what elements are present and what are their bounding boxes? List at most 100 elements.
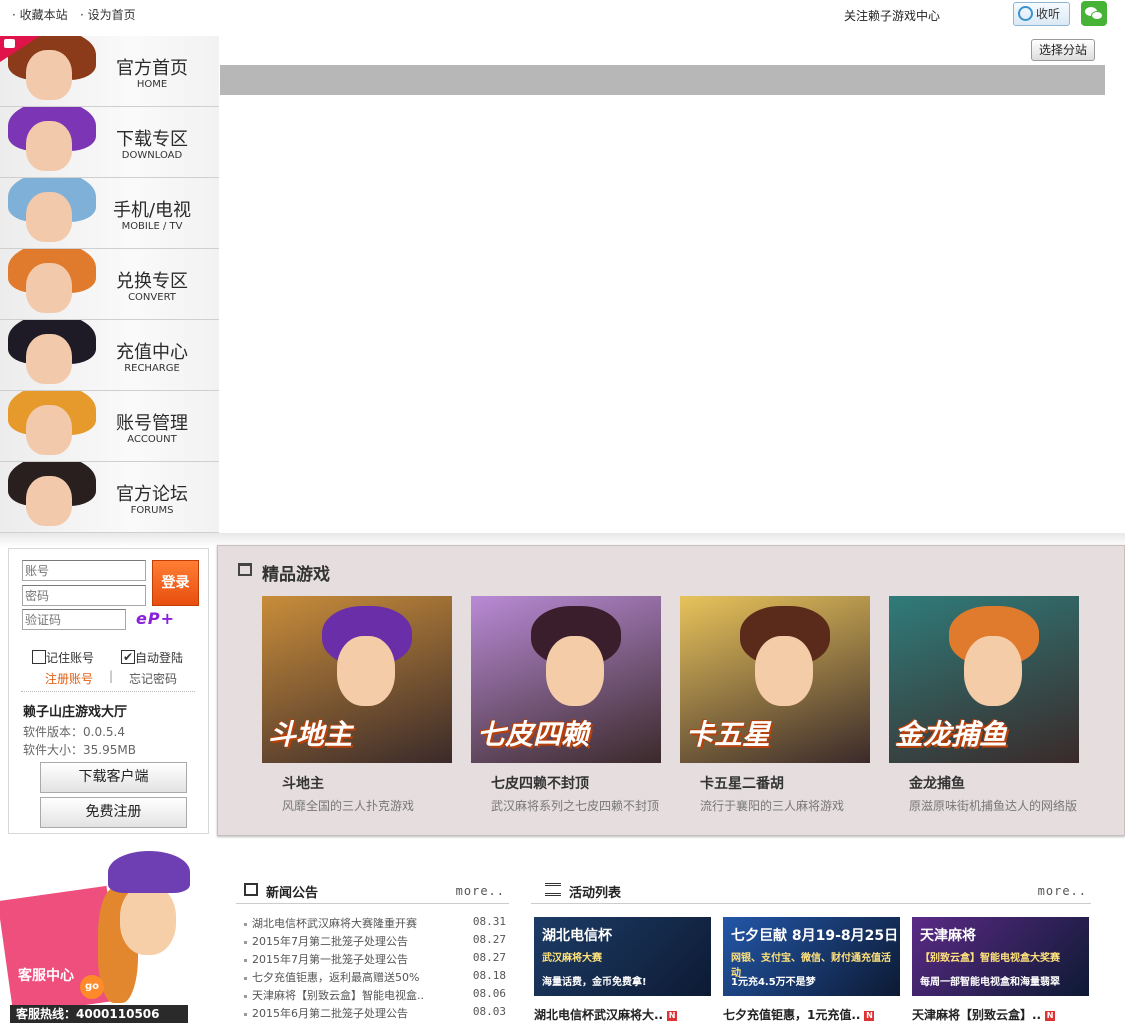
- featured-games-panel: 精品游戏 斗地主 斗地主 风靡全国的三人扑克游戏 七皮四赖 七皮四赖不封顶 武汉麻将系列之…: [217, 545, 1125, 836]
- remember-checkbox[interactable]: [32, 650, 46, 664]
- nav-character-art: [0, 462, 108, 532]
- home-icon: [4, 39, 15, 48]
- service-hotline: 客服热线：4000110506: [10, 1005, 188, 1023]
- game-thumbnail[interactable]: 卡五星: [680, 596, 870, 763]
- game-card[interactable]: 斗地主 斗地主 风靡全国的三人扑克游戏: [262, 596, 452, 814]
- game-logo: 斗地主: [268, 718, 353, 751]
- game-thumbnail[interactable]: 七皮四赖: [471, 596, 661, 763]
- game-description: 风靡全国的三人扑克游戏: [282, 799, 415, 813]
- activity-card[interactable]: 七夕巨献 8月19-8月25日 网银、支付宝、微信、财付通充值活动 1元充4.5万不…: [723, 917, 900, 1023]
- activity-card[interactable]: 湖北电信杯 武汉麻将大赛 海量话费，金币免费拿! 湖北电信杯武汉麻将大.. N: [534, 917, 711, 1023]
- news-text[interactable]: 2015年7月第二批笼子处理公告: [252, 935, 408, 948]
- nav-sublabel: FORUMS: [130, 505, 174, 516]
- banner-line-1: 天津麻将: [920, 928, 976, 944]
- link-separator: |: [109, 669, 114, 683]
- game-name[interactable]: 卡五星二番胡: [700, 773, 870, 793]
- nav-item-convert[interactable]: 兑换专区 CONVERT: [0, 249, 219, 320]
- password-input[interactable]: [22, 585, 146, 606]
- nav-character-art: [0, 178, 108, 248]
- activity-caption-text[interactable]: 七夕充值钜惠，1元充值..: [723, 1008, 860, 1022]
- game-thumbnail[interactable]: 金龙捕鱼: [889, 596, 1079, 763]
- news-item[interactable]: 湖北电信杯武汉麻将大赛隆重开赛 08.31: [244, 915, 506, 931]
- game-card[interactable]: 卡五星 卡五星二番胡 流行于襄阳的三人麻将游戏: [680, 596, 870, 814]
- activity-caption-text[interactable]: 天津麻将【别致云盒】..: [912, 1008, 1041, 1022]
- activity-caption-text[interactable]: 湖北电信杯武汉麻将大..: [534, 1008, 663, 1022]
- activity-banner[interactable]: 天津麻将【别致云盒】智能电视盒大奖赛 每周一部智能电视盒和海量翡翠: [912, 917, 1089, 996]
- nav-character-art: [0, 391, 108, 461]
- game-thumbnail[interactable]: 斗地主: [262, 596, 452, 763]
- nav-character-art: [0, 320, 108, 390]
- banner-line-3: 每周一部智能电视盒和海量翡翠: [920, 977, 1060, 988]
- news-text[interactable]: 2015年7月第一批笼子处理公告: [252, 953, 408, 966]
- banner-placeholder: [220, 65, 1105, 95]
- news-item[interactable]: 2015年6月第二批笼子处理公告 08.03: [244, 1005, 506, 1021]
- software-size: 软件大小：35.95MB: [23, 743, 136, 757]
- news-date: 08.03: [472, 1005, 506, 1018]
- news-item[interactable]: 2015年7月第二批笼子处理公告 08.27: [244, 933, 506, 949]
- news-more-link[interactable]: more..: [456, 884, 505, 898]
- nav-label: 官方首页: [116, 58, 188, 79]
- weibo-icon: [1018, 6, 1033, 21]
- bookmark-link[interactable]: · 收藏本站: [12, 6, 68, 23]
- nav-item-recharge[interactable]: 充值中心 RECHARGE: [0, 320, 219, 391]
- nav-sublabel: ACCOUNT: [127, 434, 177, 445]
- nav-sublabel: HOME: [136, 79, 168, 90]
- news-text[interactable]: 七夕充值钜惠，返利最高赠送50%: [252, 971, 419, 984]
- featured-games-title: 精品游戏: [262, 565, 330, 585]
- captcha-image[interactable]: eP+: [136, 609, 198, 629]
- news-item[interactable]: 天津麻将【别致云盒】智能电视盒.. 08.06: [244, 987, 506, 1003]
- captcha-input[interactable]: [22, 609, 126, 630]
- free-register-button[interactable]: 免费注册: [40, 797, 187, 828]
- activities-more-link[interactable]: more..: [1038, 884, 1087, 898]
- activities-title: 活动列表: [569, 886, 622, 901]
- game-name[interactable]: 金龙捕鱼: [909, 773, 1079, 793]
- customer-service-banner[interactable]: 客服中心 go 客服热线：4000110506: [0, 843, 210, 1023]
- news-item[interactable]: 2015年7月第一批笼子处理公告 08.27: [244, 951, 506, 967]
- forgot-password-link[interactable]: 忘记密码: [129, 670, 177, 687]
- nav-character-art: [0, 249, 108, 319]
- nav-sublabel: RECHARGE: [124, 363, 180, 374]
- activity-card[interactable]: 天津麻将【别致云盒】智能电视盒大奖赛 每周一部智能电视盒和海量翡翠天津麻将【别致云…: [912, 917, 1089, 1023]
- game-name[interactable]: 七皮四赖不封顶: [491, 773, 661, 793]
- remember-label: 记住账号: [46, 651, 95, 665]
- download-client-button[interactable]: 下载客户端: [40, 762, 187, 793]
- game-name[interactable]: 斗地主: [282, 773, 452, 793]
- nav-item-mobile-tv[interactable]: 手机/电视 MOBILE / TV: [0, 178, 219, 249]
- nav-character-art: [0, 107, 108, 177]
- divider: [21, 691, 195, 692]
- game-card[interactable]: 金龙捕鱼 金龙捕鱼 原滋原味街机捕鱼达人的网络版: [889, 596, 1079, 814]
- banner-line-1: 七夕巨献 8月19-8月25日: [731, 928, 899, 944]
- banner-line-2: 【别致云盒】智能电视盒大奖赛: [920, 953, 1060, 964]
- nav-item-forums[interactable]: 官方论坛 FORUMS: [0, 462, 219, 533]
- activity-caption: 七夕充值钜惠，1元充值.. N: [723, 1006, 900, 1023]
- activity-banner[interactable]: 七夕巨献 8月19-8月25日 网银、支付宝、微信、财付通充值活动 1元充4.5万不…: [723, 917, 900, 996]
- follow-text: 关注赖子游戏中心: [844, 9, 941, 23]
- activities-section: 活动列表 more.. 湖北电信杯 武汉麻将大赛 海量话费，金币免费拿! 湖北电信杯武…: [531, 873, 1091, 1023]
- wechat-icon[interactable]: [1081, 1, 1107, 26]
- set-homepage-link[interactable]: · 设为首页: [80, 6, 136, 23]
- news-text[interactable]: 2015年6月第二批笼子处理公告: [252, 1007, 408, 1020]
- bookmark-label: 收藏本站: [19, 8, 68, 22]
- news-date: 08.06: [472, 987, 506, 1000]
- news-text[interactable]: 湖北电信杯武汉麻将大赛隆重开赛: [252, 917, 417, 930]
- top-bar: · 收藏本站 · 设为首页 关注赖子游戏中心 收听: [0, 0, 1125, 34]
- news-date: 08.31: [472, 915, 506, 928]
- select-site-button[interactable]: 选择分站: [1031, 39, 1095, 61]
- nav-sublabel: CONVERT: [128, 292, 176, 303]
- news-item[interactable]: 七夕充值钜惠，返利最高赠送50% 08.18: [244, 969, 506, 985]
- login-button[interactable]: 登录: [152, 560, 199, 606]
- game-card[interactable]: 七皮四赖 七皮四赖不封顶 武汉麻将系列之七皮四赖不封顶: [471, 596, 661, 814]
- auto-login-checkbox[interactable]: ✔: [121, 650, 135, 664]
- account-input[interactable]: [22, 560, 146, 581]
- nav-item-download[interactable]: 下载专区 DOWNLOAD: [0, 107, 219, 178]
- nav-item-account[interactable]: 账号管理 ACCOUNT: [0, 391, 219, 462]
- listen-button[interactable]: 收听: [1013, 2, 1070, 26]
- banner-line-1: 湖北电信杯: [542, 928, 612, 944]
- nav-label: 下载专区: [116, 129, 188, 150]
- client-app-title: 赖子山庄游戏大厅: [23, 705, 128, 720]
- news-text[interactable]: 天津麻将【别致云盒】智能电视盒..: [252, 989, 424, 1002]
- login-panel: eP+ 登录 记住账号 ✔ 自动登陆 注册账号 | 忘记密码 赖子山庄游戏大厅 …: [8, 548, 209, 834]
- register-link[interactable]: 注册账号: [45, 670, 93, 687]
- game-logo: 卡五星: [686, 718, 771, 751]
- activity-banner[interactable]: 湖北电信杯 武汉麻将大赛 海量话费，金币免费拿!: [534, 917, 711, 996]
